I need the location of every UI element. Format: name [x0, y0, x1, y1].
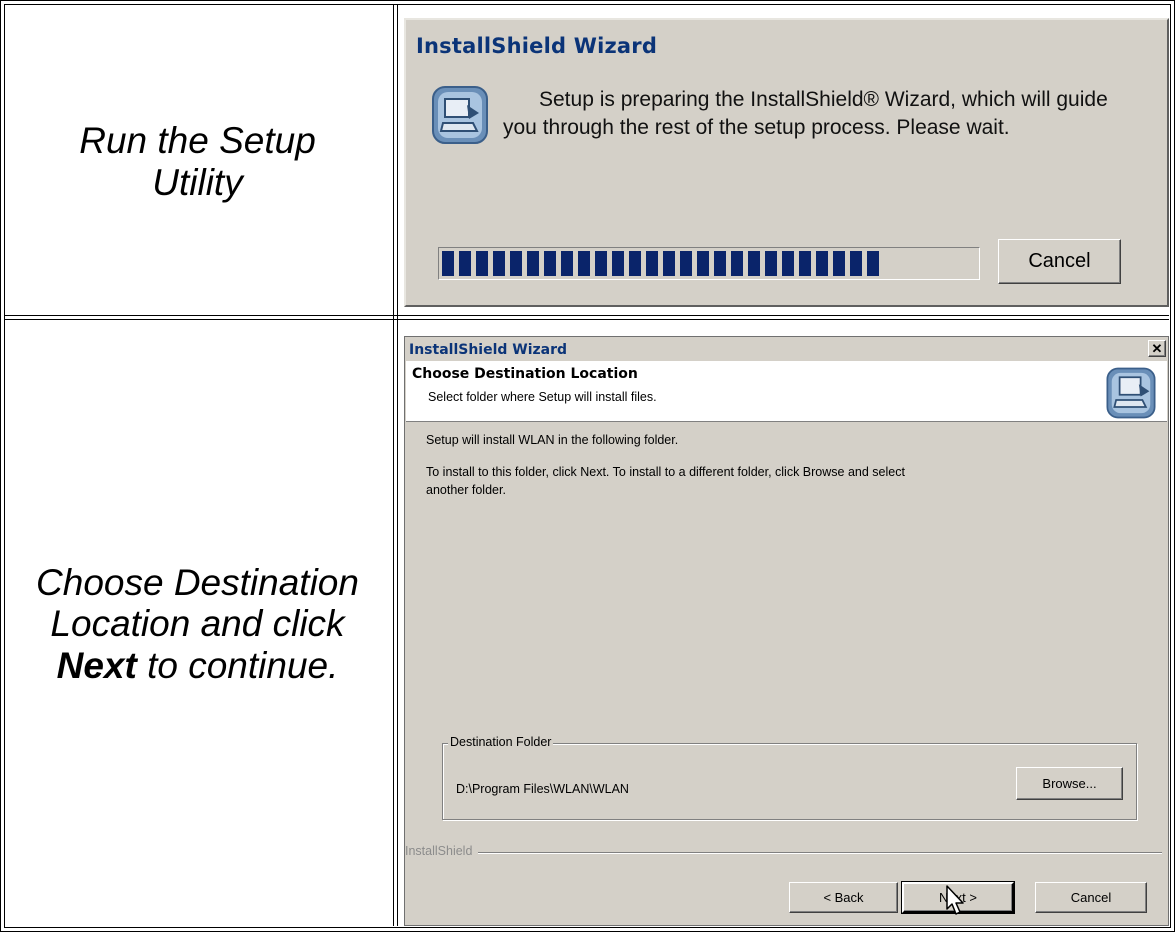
cancel-button[interactable]: Cancel — [1035, 882, 1147, 913]
progress-block — [867, 251, 879, 276]
progress-block — [493, 251, 505, 276]
progress-block — [476, 251, 488, 276]
progress-block — [595, 251, 607, 276]
progress-block — [833, 251, 845, 276]
caption-block: Choose Destination Location and click Ne… — [36, 562, 359, 686]
progress-block — [765, 251, 777, 276]
destination-dialog: InstallShield Wizard ✕ Choose Destinatio… — [404, 336, 1169, 926]
progress-block — [731, 251, 743, 276]
close-icon[interactable]: ✕ — [1148, 340, 1166, 357]
message-line-2: you through the rest of the setup proces… — [503, 116, 1010, 139]
column-divider-2 — [397, 4, 398, 926]
progress-block — [442, 251, 454, 276]
progress-fill — [442, 251, 884, 276]
caption-line-2: Location and click — [50, 603, 345, 645]
title-bar: InstallShield Wizard ✕ — [405, 337, 1168, 362]
destination-folder-group: Destination Folder D:\Program Files\WLAN… — [442, 735, 1137, 820]
body-text-2: To install to this folder, click Next. T… — [426, 465, 905, 479]
header-subtitle: Select folder where Setup will install f… — [428, 390, 657, 404]
progress-block — [680, 251, 692, 276]
step-caption-destination: Choose Destination Location and click Ne… — [0, 322, 395, 926]
installer-icon — [432, 86, 488, 144]
message-line-1: Setup is preparing the InstallShield® Wi… — [539, 88, 1108, 111]
progress-block — [697, 251, 709, 276]
dialog-message: Setup is preparing the InstallShield® Wi… — [503, 86, 1143, 142]
browse-button[interactable]: Browse... — [1016, 767, 1123, 800]
installer-icon — [1106, 367, 1156, 419]
body-text-3: another folder. — [426, 483, 506, 497]
caption-text: Run the Setup Utility — [79, 120, 316, 203]
folder-path: D:\Program Files\WLAN\WLAN — [456, 782, 629, 796]
row-divider-2 — [4, 319, 1169, 320]
progress-block — [816, 251, 828, 276]
mouse-cursor-icon — [946, 885, 964, 915]
brand-divider — [405, 852, 1162, 854]
progress-block — [561, 251, 573, 276]
brand-label: InstallShield — [405, 844, 479, 858]
caption-line-3: Next to continue. — [36, 645, 359, 686]
dialog-title: InstallShield Wizard — [416, 34, 658, 58]
progress-block — [612, 251, 624, 276]
progress-block — [799, 251, 811, 276]
cancel-button[interactable]: Cancel — [998, 239, 1121, 284]
progress-block — [510, 251, 522, 276]
progress-block — [629, 251, 641, 276]
preparing-dialog: InstallShield Wizard Setup is preparing … — [404, 18, 1169, 307]
document-table: Run the Setup Utility Choose Destination… — [0, 0, 1175, 932]
body-text-1: Setup will install WLAN in the following… — [426, 433, 679, 447]
progress-block — [459, 251, 471, 276]
back-button[interactable]: < Back — [789, 882, 898, 913]
step-caption-run-setup: Run the Setup Utility — [0, 10, 395, 313]
progress-block — [782, 251, 794, 276]
progress-block — [527, 251, 539, 276]
progress-bar — [438, 247, 980, 280]
progress-block — [714, 251, 726, 276]
progress-block — [646, 251, 658, 276]
dialog-title: InstallShield Wizard — [409, 342, 568, 358]
dialog-header: Choose Destination Location Select folde… — [406, 361, 1167, 422]
caption-bold-next: Next — [56, 644, 137, 686]
progress-block — [578, 251, 590, 276]
caption-line-1: Choose Destination — [36, 561, 359, 603]
caption-tail: to continue. — [136, 644, 339, 686]
header-title: Choose Destination Location — [412, 366, 638, 382]
progress-block — [663, 251, 675, 276]
progress-block — [850, 251, 862, 276]
progress-block — [748, 251, 760, 276]
progress-block — [544, 251, 556, 276]
row-divider — [4, 315, 1169, 316]
group-label: Destination Folder — [448, 735, 554, 749]
